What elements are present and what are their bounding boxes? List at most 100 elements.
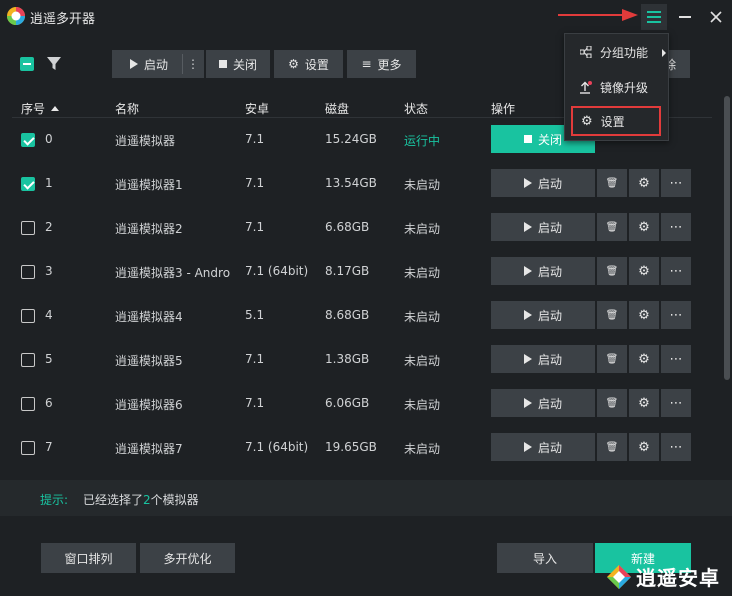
row-checkbox[interactable] (21, 309, 35, 323)
main-menu-button[interactable] (641, 4, 667, 30)
toolbar-divider (182, 54, 183, 74)
table-row[interactable]: 3 逍遥模拟器3 - Andro 7.1 (64bit) 8.17GB 未启动 启动 🗑 ⚙ ⋯ (0, 250, 724, 294)
gear-icon: ⚙ (638, 395, 650, 411)
row-index: 7 (45, 440, 53, 454)
close-button[interactable]: 关闭 (206, 50, 270, 78)
ellipsis-icon: ⋯ (669, 263, 683, 279)
row-delete-button[interactable]: 🗑 (597, 433, 627, 461)
table-row[interactable]: 7 逍遥模拟器7 7.1 (64bit) 19.65GB 未启动 启动 🗑 ⚙ ⋯ (0, 426, 724, 470)
row-start-button[interactable]: 启动 (491, 389, 595, 417)
select-all-checkbox[interactable] (20, 57, 34, 71)
table-row[interactable]: 2 逍遥模拟器2 7.1 6.68GB 未启动 启动 🗑 ⚙ ⋯ (0, 206, 724, 250)
row-settings-button[interactable]: ⚙ (629, 213, 659, 241)
table-row[interactable]: 6 逍遥模拟器6 7.1 6.06GB 未启动 启动 🗑 ⚙ ⋯ (0, 382, 724, 426)
close-button-label: 关闭 (232, 57, 257, 72)
main-menu-dropdown: 分组功能 镜像升级 ⚙ 设置 (564, 33, 669, 141)
minimize-button[interactable] (672, 4, 698, 30)
row-delete-button[interactable]: 🗑 (597, 301, 627, 329)
row-disk-size: 6.06GB (325, 396, 370, 410)
play-icon (523, 442, 532, 452)
row-delete-button[interactable]: 🗑 (597, 257, 627, 285)
row-settings-button[interactable]: ⚙ (629, 301, 659, 329)
menu-item-group[interactable]: 分组功能 (565, 36, 669, 68)
settings-button-label: 设置 (304, 57, 329, 72)
ellipsis-icon: ⋯ (669, 175, 683, 191)
row-more-button[interactable]: ⋯ (661, 257, 691, 285)
row-delete-button[interactable]: 🗑 (597, 213, 627, 241)
hint-suffix: 个模拟器 (150, 493, 199, 507)
row-checkbox[interactable] (21, 397, 35, 411)
row-android-version: 7.1 (64bit) (245, 440, 309, 454)
row-android-version: 7.1 (245, 396, 265, 410)
row-more-button[interactable]: ⋯ (661, 301, 691, 329)
row-index: 4 (45, 308, 53, 322)
row-status: 未启动 (404, 266, 441, 280)
row-more-button[interactable]: ⋯ (661, 213, 691, 241)
row-start-button[interactable]: 启动 (491, 433, 595, 461)
row-name: 逍遥模拟器7 (115, 442, 183, 456)
row-name: 逍遥模拟器3 - Andro (115, 266, 231, 280)
row-more-button[interactable]: ⋯ (661, 433, 691, 461)
row-more-button[interactable]: ⋯ (661, 169, 691, 197)
menu-item-settings-label: 设置 (600, 114, 625, 129)
gear-icon: ⚙ (638, 219, 650, 235)
row-start-button[interactable]: 启动 (491, 345, 595, 373)
row-status: 未启动 (404, 222, 441, 236)
menu-item-settings[interactable]: ⚙ 设置 (571, 106, 661, 136)
hint-text: 已经选择了2个模拟器 (83, 491, 199, 508)
import-button[interactable]: 导入 (497, 543, 593, 573)
close-window-button[interactable] (703, 4, 729, 30)
row-delete-button[interactable]: 🗑 (597, 169, 627, 197)
multi-optimize-button[interactable]: 多开优化 (140, 543, 235, 573)
ellipsis-icon: ⋯ (669, 219, 683, 235)
more-button[interactable]: ≡ 更多 (347, 50, 416, 78)
row-start-button[interactable]: 启动 (491, 213, 595, 241)
row-settings-button[interactable]: ⚙ (629, 169, 659, 197)
row-name: 逍遥模拟器5 (115, 354, 183, 368)
row-checkbox[interactable] (21, 265, 35, 279)
table-row[interactable]: 4 逍遥模拟器4 5.1 8.68GB 未启动 启动 🗑 ⚙ ⋯ (0, 294, 724, 338)
row-settings-button[interactable]: ⚙ (629, 433, 659, 461)
minimize-icon (679, 16, 691, 18)
row-settings-button[interactable]: ⚙ (629, 257, 659, 285)
header-index[interactable]: 序号 (21, 100, 60, 117)
watermark: 逍遥安卓 (606, 562, 720, 591)
window-arrange-button[interactable]: 窗口排列 (41, 543, 136, 573)
row-checkbox[interactable] (21, 441, 35, 455)
settings-button[interactable]: ⚙ 设置 (274, 50, 343, 78)
watermark-logo-icon (607, 564, 631, 589)
row-start-button[interactable]: 启动 (491, 169, 595, 197)
row-settings-button[interactable]: ⚙ (629, 389, 659, 417)
row-delete-button[interactable]: 🗑 (597, 389, 627, 417)
filter-icon[interactable] (47, 57, 61, 71)
row-action-label: 启动 (537, 308, 562, 323)
table-row[interactable]: 5 逍遥模拟器5 7.1 1.38GB 未启动 启动 🗑 ⚙ ⋯ (0, 338, 724, 382)
annotation-arrow-icon (558, 9, 638, 21)
submenu-caret-icon (662, 49, 666, 57)
start-options-button[interactable]: ⋮ (187, 57, 199, 71)
row-settings-button[interactable]: ⚙ (629, 345, 659, 373)
row-status: 未启动 (404, 310, 441, 324)
row-name: 逍遥模拟器 (115, 134, 176, 148)
row-checkbox[interactable] (21, 353, 35, 367)
play-icon (129, 59, 138, 69)
row-status: 未启动 (404, 354, 441, 368)
row-status: 未启动 (404, 178, 441, 192)
menu-item-upgrade[interactable]: 镜像升级 (565, 71, 669, 103)
row-more-button[interactable]: ⋯ (661, 345, 691, 373)
row-name: 逍遥模拟器4 (115, 310, 183, 324)
header-action: 操作 (491, 102, 516, 116)
row-start-button[interactable]: 启动 (491, 257, 595, 285)
row-more-button[interactable]: ⋯ (661, 389, 691, 417)
gear-icon: ⚙ (638, 263, 650, 279)
table-row[interactable]: 1 逍遥模拟器1 7.1 13.54GB 未启动 启动 🗑 ⚙ ⋯ (0, 162, 724, 206)
row-delete-button[interactable]: 🗑 (597, 345, 627, 373)
row-disk-size: 8.68GB (325, 308, 370, 322)
row-start-button[interactable]: 启动 (491, 301, 595, 329)
row-checkbox[interactable] (21, 177, 35, 191)
scrollbar[interactable] (724, 96, 730, 380)
row-index: 1 (45, 176, 53, 190)
group-icon (580, 46, 592, 58)
row-checkbox[interactable] (21, 133, 35, 147)
row-checkbox[interactable] (21, 221, 35, 235)
